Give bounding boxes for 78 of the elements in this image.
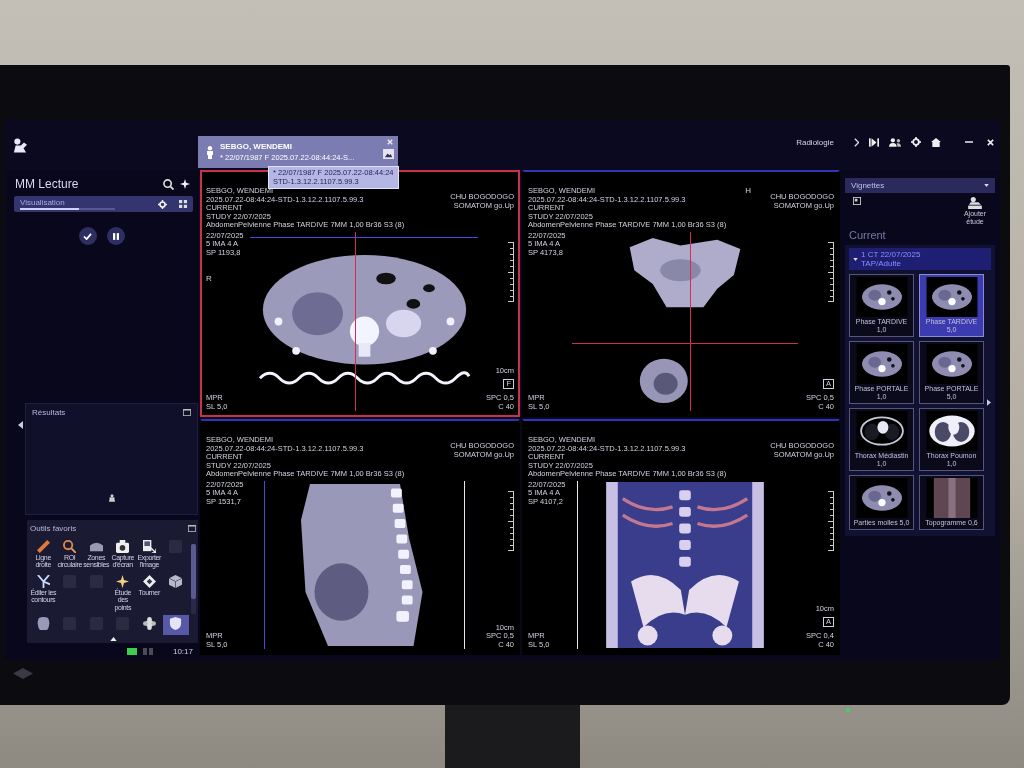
close-icon[interactable]	[987, 138, 994, 146]
scrollbar[interactable]	[191, 543, 196, 614]
ruler-icon	[36, 539, 50, 553]
figure-icon[interactable]	[108, 493, 115, 502]
expand-arrow-icon[interactable]	[987, 398, 991, 406]
magnifier-icon[interactable]	[163, 178, 174, 190]
panel-title: MM Lecture	[15, 177, 79, 191]
status-light-icon	[127, 647, 137, 655]
thumbnail-icon[interactable]	[853, 197, 861, 205]
close-icon	[387, 139, 393, 145]
collapse-arrow-icon[interactable]	[18, 420, 23, 429]
confirm-button[interactable]	[78, 227, 97, 245]
scan-thumbnail-image	[854, 344, 909, 384]
patient-table-icon	[968, 197, 982, 209]
diamond-icon	[142, 574, 156, 588]
settings-icon[interactable]	[911, 137, 921, 147]
maximize-icon[interactable]	[188, 524, 196, 532]
scan-thumbnail-image	[854, 277, 909, 317]
sparkle-icon[interactable]	[180, 179, 190, 189]
workspace-label: Radiologie	[796, 137, 834, 147]
maximize-icon[interactable]	[183, 408, 191, 416]
image-viewport[interactable]	[522, 419, 840, 655]
people-icon[interactable]	[889, 137, 901, 147]
scale-ruler	[508, 241, 514, 302]
bars-icon	[143, 647, 153, 655]
image-viewport[interactable]	[200, 170, 520, 417]
scan-thumbnail-image	[924, 411, 979, 451]
logo-icon	[13, 668, 33, 679]
view-dropdown[interactable]: Vignettes	[845, 178, 995, 193]
orientation-marker: H	[745, 187, 752, 196]
pause-icon	[112, 232, 119, 240]
scan-thumbnail-image	[854, 411, 909, 451]
scale-ruler	[508, 490, 514, 551]
chevron-right-icon[interactable]	[854, 137, 859, 147]
power-led-icon	[846, 708, 850, 712]
sparkle-icon	[116, 574, 130, 588]
panel-title: Résultats	[32, 407, 66, 417]
scale-ruler	[828, 241, 834, 302]
shield-icon	[169, 617, 183, 630]
person-icon	[206, 145, 214, 159]
tool-button[interactable]	[162, 615, 189, 635]
check-icon	[83, 232, 92, 240]
scale-ruler	[828, 490, 834, 551]
play-bar-icon[interactable]	[869, 137, 879, 147]
settings-icon[interactable]	[158, 199, 167, 209]
scan-thumbnail-image	[924, 478, 979, 518]
series-group-header[interactable]: 1 CT 22/07/2025 TAP/Adulte	[849, 248, 991, 270]
crosshair-line[interactable]	[354, 231, 356, 411]
magnifier-icon	[63, 539, 77, 553]
pause-button[interactable]	[106, 227, 125, 245]
image-viewport[interactable]	[522, 170, 840, 417]
crosshair-line[interactable]	[464, 480, 466, 649]
orientation-marker: R	[206, 275, 212, 284]
close-button[interactable]	[386, 138, 394, 146]
rounded-plus-icon	[142, 617, 156, 630]
camera-icon	[116, 539, 130, 553]
clock-time: 10:17	[172, 646, 193, 656]
workflow-step[interactable]: Visualisation	[14, 196, 193, 212]
crosshair-line[interactable]	[689, 231, 691, 411]
caret-icon	[984, 184, 989, 187]
scan-thumbnail-image	[924, 344, 979, 384]
cube-icon	[169, 574, 183, 588]
step-label: Visualisation	[20, 198, 66, 207]
image-viewport[interactable]	[200, 419, 520, 655]
grid-icon[interactable]	[179, 200, 187, 208]
section-title: Current	[848, 229, 887, 241]
blob-icon	[36, 617, 50, 630]
house-icon[interactable]	[931, 137, 941, 147]
panel-title: Outils favoris	[30, 523, 77, 533]
document-arrow-icon	[142, 539, 156, 553]
branch-icon	[36, 574, 50, 588]
app-logo-icon[interactable]	[13, 138, 27, 153]
crosshair-line[interactable]	[576, 480, 578, 649]
image-icon[interactable]	[383, 149, 394, 159]
scan-thumbnail-image	[924, 277, 979, 317]
scan-thumbnail-image	[854, 478, 909, 518]
expand-arrow-icon[interactable]	[109, 637, 117, 641]
scroll-thumb[interactable]	[191, 543, 196, 599]
